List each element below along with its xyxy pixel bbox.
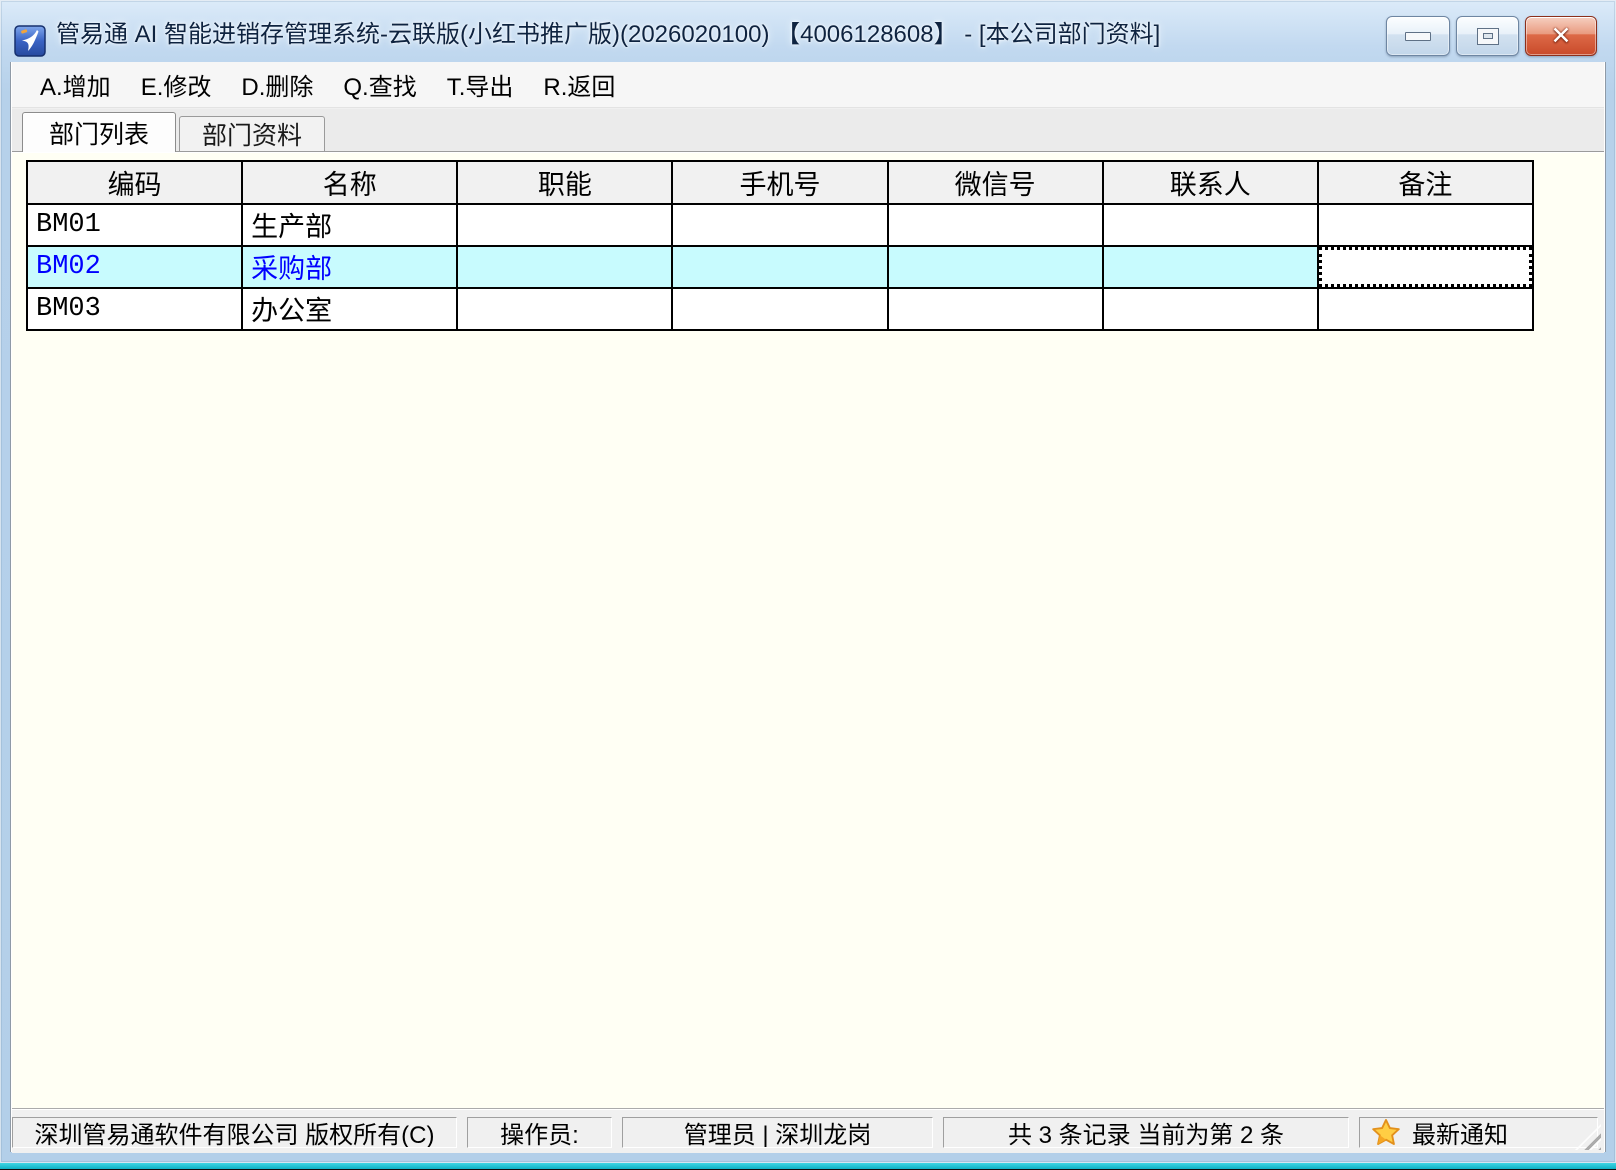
table-row-selected[interactable]: BM02 采购部 — [27, 246, 1533, 288]
menu-item-find[interactable]: Q.查找 — [341, 65, 418, 104]
cell-code[interactable]: BM02 — [27, 246, 242, 288]
cell-wechat[interactable] — [888, 204, 1103, 246]
window-title: 管易通 AI 智能进销存管理系统-云联版(小红书推广版)(2026020100)… — [56, 0, 1160, 62]
status-notice[interactable]: 最新通知 — [1359, 1117, 1598, 1148]
grid-header-row: 编码 名称 职能 手机号 微信号 联系人 备注 — [27, 161, 1533, 204]
titlebar[interactable]: 管易通 AI 智能进销存管理系统-云联版(小红书推广版)(2026020100)… — [0, 0, 1616, 62]
column-header-contact[interactable]: 联系人 — [1103, 161, 1318, 204]
cell-name[interactable]: 办公室 — [242, 288, 457, 330]
column-header-name[interactable]: 名称 — [242, 161, 457, 204]
column-header-mobile[interactable]: 手机号 — [672, 161, 887, 204]
status-operator-value: 管理员 | 深圳龙岗 — [622, 1117, 933, 1148]
cell-name[interactable]: 生产部 — [242, 204, 457, 246]
cell-mobile[interactable] — [672, 246, 887, 288]
status-notice-label[interactable]: 最新通知 — [1412, 1117, 1508, 1148]
cell-function[interactable] — [457, 288, 672, 330]
table-row[interactable]: BM03 办公室 — [27, 288, 1533, 330]
cell-mobile[interactable] — [672, 204, 887, 246]
minimize-button[interactable] — [1386, 16, 1450, 56]
menu-item-return[interactable]: R.返回 — [541, 65, 617, 104]
cell-remark-focused[interactable] — [1318, 246, 1533, 288]
window-controls: ✕ — [1386, 16, 1597, 56]
column-header-remark[interactable]: 备注 — [1318, 161, 1533, 204]
menu-item-export[interactable]: T.导出 — [445, 65, 516, 104]
menu-item-edit[interactable]: E.修改 — [139, 65, 214, 104]
restore-icon — [1477, 28, 1499, 45]
column-header-code[interactable]: 编码 — [27, 161, 242, 204]
column-header-function[interactable]: 职能 — [457, 161, 672, 204]
cell-function[interactable] — [457, 204, 672, 246]
minimize-icon — [1405, 32, 1431, 41]
cell-mobile[interactable] — [672, 288, 887, 330]
app-window: 管易通 AI 智能进销存管理系统-云联版(小红书推广版)(2026020100)… — [0, 0, 1616, 1163]
restore-button[interactable] — [1456, 16, 1519, 56]
tab-department-list[interactable]: 部门列表 — [22, 112, 176, 152]
desktop-edge-line — [0, 1163, 1616, 1169]
tab-department-detail[interactable]: 部门资料 — [179, 116, 325, 151]
status-operator-label: 操作员: — [467, 1117, 612, 1148]
star-icon — [1370, 1117, 1402, 1148]
status-record-info: 共 3 条记录 当前为第 2 条 — [943, 1117, 1349, 1148]
cell-function[interactable] — [457, 246, 672, 288]
close-button[interactable]: ✕ — [1525, 16, 1597, 56]
cell-name[interactable]: 采购部 — [242, 246, 457, 288]
column-header-wechat[interactable]: 微信号 — [888, 161, 1103, 204]
cell-remark[interactable] — [1318, 204, 1533, 246]
screen: 管易通 AI 智能进销存管理系统-云联版(小红书推广版)(2026020100)… — [0, 0, 1616, 1170]
tab-page-content: 编码 名称 职能 手机号 微信号 联系人 备注 BM01 生产部 — [12, 152, 1604, 1108]
menu-item-add[interactable]: A.增加 — [38, 65, 113, 104]
menubar: A.增加 E.修改 D.删除 Q.查找 T.导出 R.返回 — [12, 62, 1604, 108]
menu-item-delete[interactable]: D.删除 — [239, 65, 315, 104]
status-copyright: 深圳管易通软件有限公司 版权所有(C) — [12, 1117, 457, 1148]
cell-code[interactable]: BM03 — [27, 288, 242, 330]
table-row[interactable]: BM01 生产部 — [27, 204, 1533, 246]
tabstrip: 部门列表 部门资料 — [12, 109, 1604, 152]
cell-wechat[interactable] — [888, 246, 1103, 288]
cell-code[interactable]: BM01 — [27, 204, 242, 246]
statusbar: 深圳管易通软件有限公司 版权所有(C) 操作员: 管理员 | 深圳龙岗 共 3 … — [12, 1108, 1604, 1153]
cell-contact[interactable] — [1103, 246, 1318, 288]
cell-remark[interactable] — [1318, 288, 1533, 330]
app-logo-icon — [14, 25, 46, 57]
cell-contact[interactable] — [1103, 204, 1318, 246]
client-area: A.增加 E.修改 D.删除 Q.查找 T.导出 R.返回 部门列表 部门资料 … — [10, 62, 1606, 1152]
department-grid: 编码 名称 职能 手机号 微信号 联系人 备注 BM01 生产部 — [26, 160, 1534, 331]
cell-wechat[interactable] — [888, 288, 1103, 330]
cell-contact[interactable] — [1103, 288, 1318, 330]
close-icon: ✕ — [1551, 24, 1572, 49]
